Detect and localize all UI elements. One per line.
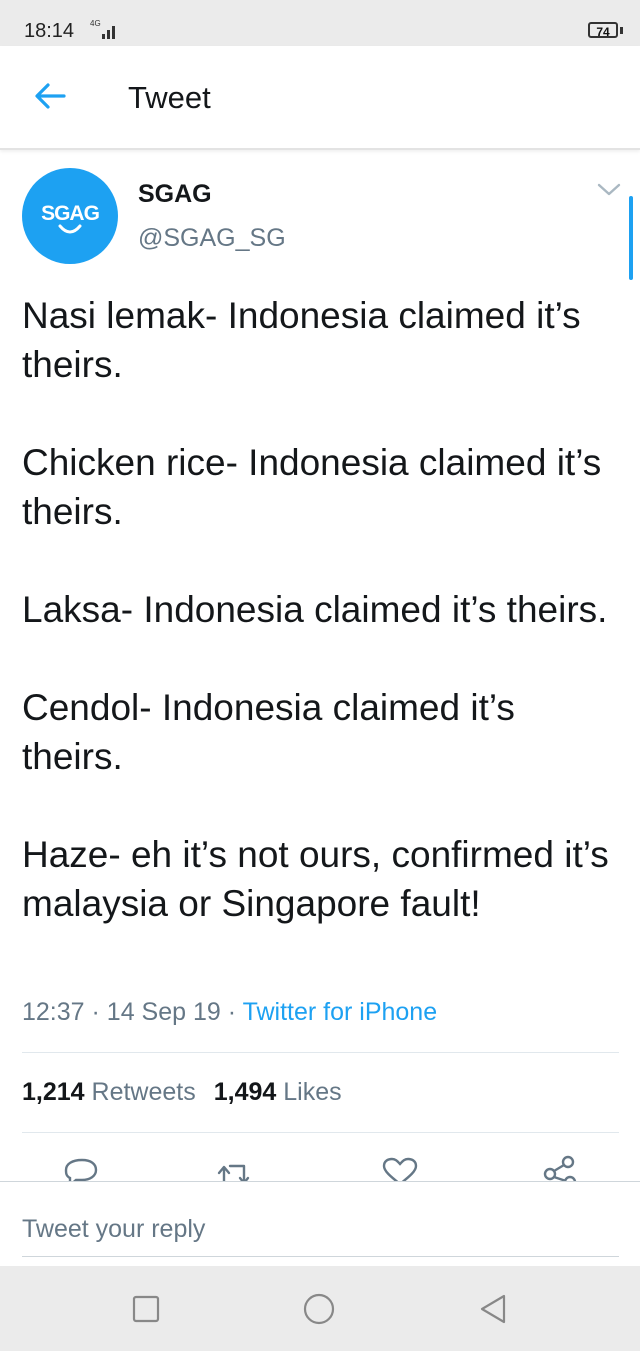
divider [22,1132,619,1133]
back-icon [480,1294,506,1324]
likes-stat[interactable]: 1,494 Likes [214,1078,342,1106]
divider [22,1052,619,1053]
home-button[interactable] [302,1292,336,1326]
likes-label: Likes [283,1078,342,1106]
likes-count: 1,494 [213,1078,277,1106]
smile-icon [58,224,82,234]
scrollbar[interactable] [629,196,633,280]
tweet-date: 14 Sep 19 [106,998,221,1026]
avatar[interactable]: SGAG [22,168,118,264]
retweets-label: Retweets [91,1078,196,1106]
home-icon [303,1293,335,1325]
system-nav-bar [0,1266,640,1351]
battery-icon: 74 [588,22,618,39]
signal-icon: 4G [90,19,115,39]
reply-input[interactable] [22,1202,619,1257]
app-bar: Tweet [0,46,640,150]
retweets-count: 1,214 [22,1078,85,1106]
tweet-source-link[interactable]: Twitter for iPhone [243,998,438,1026]
display-name[interactable]: SGAG [138,180,212,209]
battery-tip [620,27,623,34]
battery-level: 74 [596,25,610,39]
retweets-stat[interactable]: 1,214 Retweets [22,1078,196,1106]
chevron-down-icon[interactable] [596,182,622,198]
back-button[interactable] [30,76,70,116]
reply-bar [0,1181,640,1267]
tweet-time: 12:37 [22,998,85,1026]
tweet-meta: 12:37 · 14 Sep 19 · Twitter for iPhone [22,998,437,1027]
recent-apps-icon [132,1295,160,1323]
recent-apps-button[interactable] [129,1292,163,1326]
avatar-logo-text: SGAG [41,202,100,225]
meta-separator: · [91,998,100,1026]
network-label: 4G [90,19,101,28]
tweet-stats: 1,214 Retweets 1,494 Likes [22,1078,342,1107]
page-title: Tweet [128,80,211,115]
back-nav-button[interactable] [476,1292,510,1326]
status-bar: 18:14 4G 74 [0,0,640,46]
user-handle[interactable]: @SGAG_SG [138,224,286,253]
meta-separator: · [227,998,237,1026]
back-arrow-icon [35,83,66,109]
status-time: 18:14 [24,20,75,42]
tweet-text: Nasi lemak- Indonesia claimed it’s their… [22,295,609,924]
